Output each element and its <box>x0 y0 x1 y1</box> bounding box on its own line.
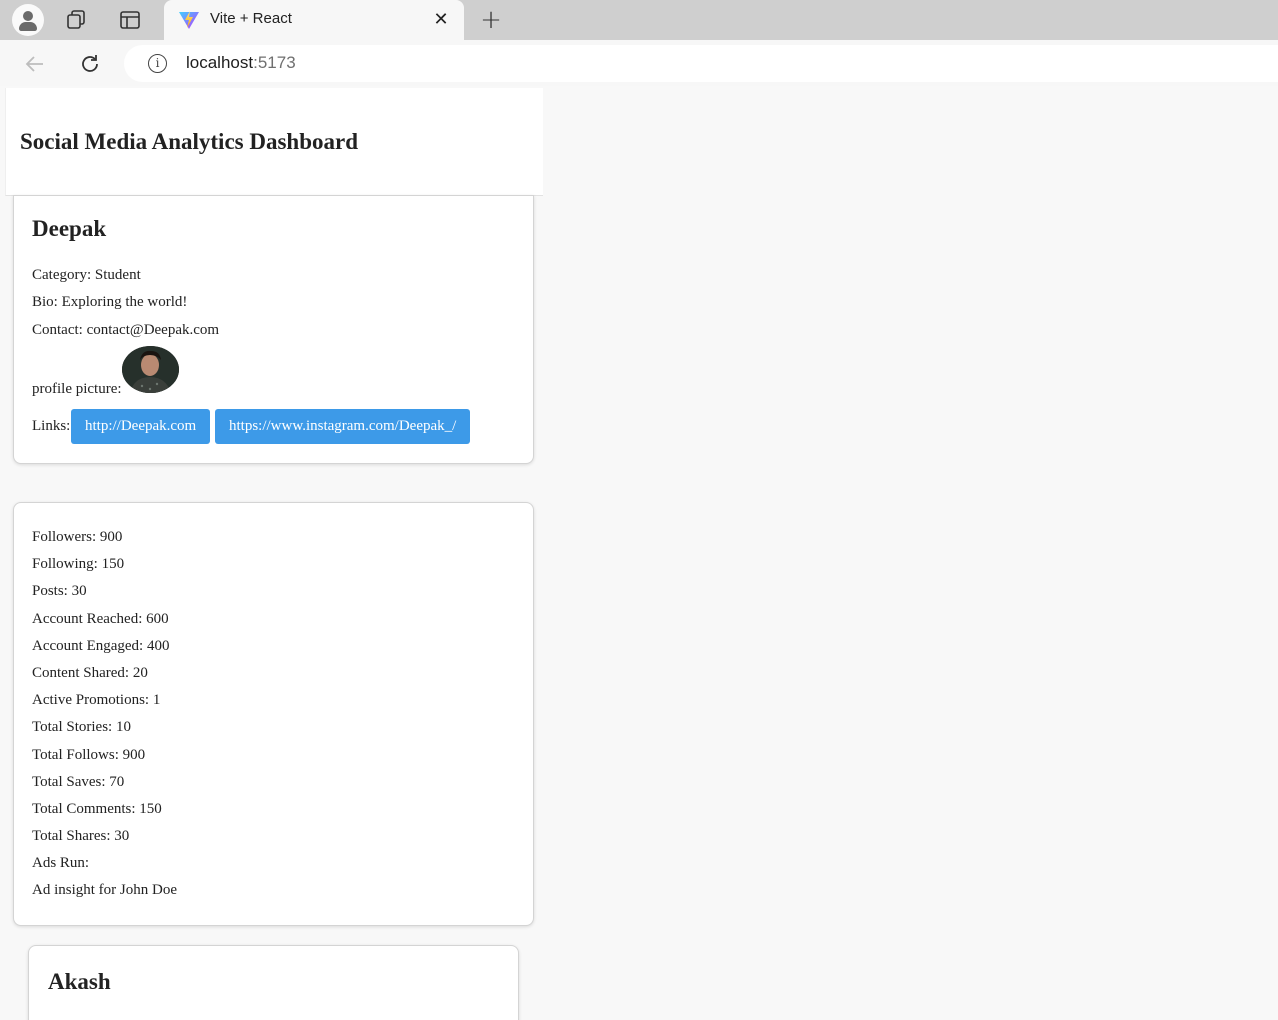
links-label: Links: <box>32 418 71 434</box>
profile-card: Deepak Category: Student Bio: Exploring … <box>13 195 534 464</box>
stat-total-comments: Total Comments: 150 <box>32 801 162 817</box>
profile-bio: Bio: Exploring the world! <box>32 294 188 310</box>
profile-category: Category: Student <box>32 267 141 283</box>
stat-total-stories: Total Stories: 10 <box>32 719 131 735</box>
close-tab-icon[interactable]: ✕ <box>430 8 452 32</box>
stat-total-shares: Total Shares: 30 <box>32 828 130 844</box>
site-info-icon[interactable]: i <box>148 54 167 73</box>
stat-followers: Followers: 900 <box>32 529 123 545</box>
profile-name-2: Akash <box>48 969 111 994</box>
stats-card: Followers: 900 Following: 150 Posts: 30 … <box>13 502 534 926</box>
address-bar[interactable]: i localhost:5173 <box>124 45 1278 82</box>
stat-ad-insight: Ad insight for John Doe <box>32 882 177 898</box>
new-tab-icon[interactable]: + <box>478 6 504 34</box>
page-title: Social Media Analytics Dashboard <box>20 129 359 154</box>
profile-name: Deepak <box>32 216 107 241</box>
vite-favicon-icon <box>178 9 200 31</box>
dashboard-header: Social Media Analytics Dashboard <box>5 88 543 196</box>
profile-contact: Contact: contact@Deepak.com <box>32 322 220 338</box>
stat-ads-run: Ads Run: <box>32 855 90 871</box>
profile-avatar-icon[interactable] <box>12 4 44 36</box>
stat-content-shared: Content Shared: 20 <box>32 665 148 681</box>
vertical-tabs-icon[interactable] <box>117 8 143 32</box>
tab-title: Vite + React <box>210 10 292 27</box>
instagram-link-button[interactable]: https://www.instagram.com/Deepak_/ <box>215 409 471 444</box>
stat-account-reached: Account Reached: 600 <box>32 611 169 627</box>
stat-total-saves: Total Saves: 70 <box>32 774 125 790</box>
reload-icon[interactable] <box>77 50 103 78</box>
url-host: localhost <box>186 53 254 72</box>
profile-card-2: Akash <box>28 945 519 1020</box>
profile-picture-label: profile picture: <box>32 381 122 397</box>
active-tab[interactable]: Vite + React ✕ <box>164 0 464 40</box>
stat-following: Following: 150 <box>32 556 125 572</box>
avatar-shoulders <box>19 22 37 31</box>
stat-total-follows: Total Follows: 900 <box>32 747 146 763</box>
url-text[interactable]: localhost:5173 <box>186 53 296 73</box>
stat-active-promotions: Active Promotions: 1 <box>32 692 161 708</box>
url-port: :5173 <box>253 53 296 72</box>
workspaces-icon[interactable] <box>64 8 90 32</box>
page-viewport: Social Media Analytics Dashboard Deepak … <box>0 86 1278 1020</box>
avatar-head <box>23 11 33 21</box>
website-link-button[interactable]: http://Deepak.com <box>71 409 211 444</box>
stat-account-engaged: Account Engaged: 400 <box>32 638 170 654</box>
back-arrow-icon[interactable] <box>22 50 48 78</box>
stat-posts: Posts: 30 <box>32 583 87 599</box>
profile-picture <box>122 346 179 393</box>
